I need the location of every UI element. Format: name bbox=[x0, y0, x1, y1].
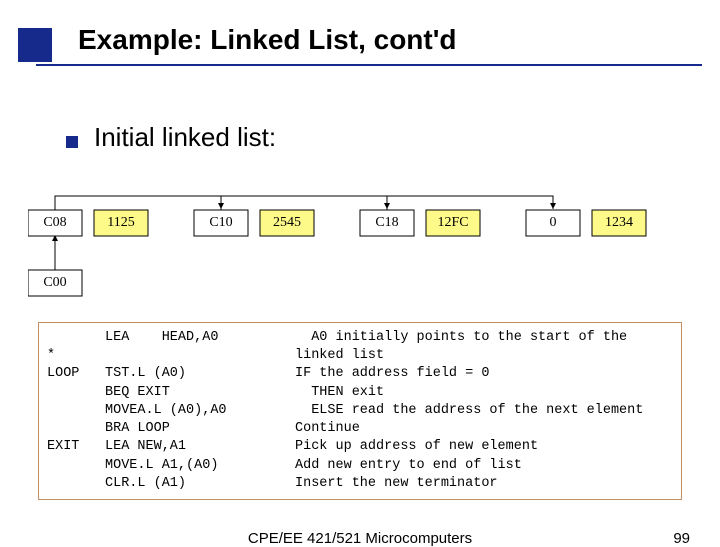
n1-addr: C10 bbox=[209, 215, 232, 230]
linked-list-diagram: C00 C08 1125 C10 2545 C18 12FC 0 1234 bbox=[28, 190, 698, 310]
row1: *linked list bbox=[47, 348, 384, 363]
n0-data: 1125 bbox=[107, 215, 134, 230]
row5: BRA LOOPContinue bbox=[47, 421, 360, 436]
slide-number: 99 bbox=[673, 530, 690, 547]
title-accent-square bbox=[18, 28, 52, 62]
title-underline bbox=[36, 64, 702, 66]
row4: MOVEA.L (A0),A0 ELSE read the address of… bbox=[47, 403, 643, 418]
row7: MOVE.L A1,(A0)Add new entry to end of li… bbox=[47, 458, 522, 473]
row3: BEQ EXIT THEN exit bbox=[47, 385, 384, 400]
slide-title: Example: Linked List, cont'd bbox=[78, 24, 457, 56]
row6: EXITLEA NEW,A1Pick up address of new ele… bbox=[47, 439, 538, 454]
code-listing: LEA HEAD,A0 A0 initially points to the s… bbox=[38, 322, 682, 500]
n2-data: 12FC bbox=[437, 215, 468, 230]
row2: LOOPTST.L (A0)IF the address field = 0 bbox=[47, 366, 489, 381]
n3-addr: 0 bbox=[550, 215, 557, 230]
footer-center: CPE/EE 421/521 Microcomputers bbox=[0, 530, 720, 547]
row0: LEA HEAD,A0 A0 initially points to the s… bbox=[47, 330, 627, 345]
title-bar: Example: Linked List, cont'd bbox=[18, 24, 702, 68]
row8: CLR.L (A1)Insert the new terminator bbox=[47, 476, 498, 491]
subhead-text: Initial linked list: bbox=[94, 122, 276, 153]
n3-data: 1234 bbox=[605, 215, 633, 230]
n1-data: 2545 bbox=[273, 215, 301, 230]
n2-addr: C18 bbox=[375, 215, 398, 230]
n0-addr: C08 bbox=[43, 215, 66, 230]
head-cell: C00 bbox=[43, 275, 66, 290]
bullet-icon bbox=[66, 136, 78, 148]
